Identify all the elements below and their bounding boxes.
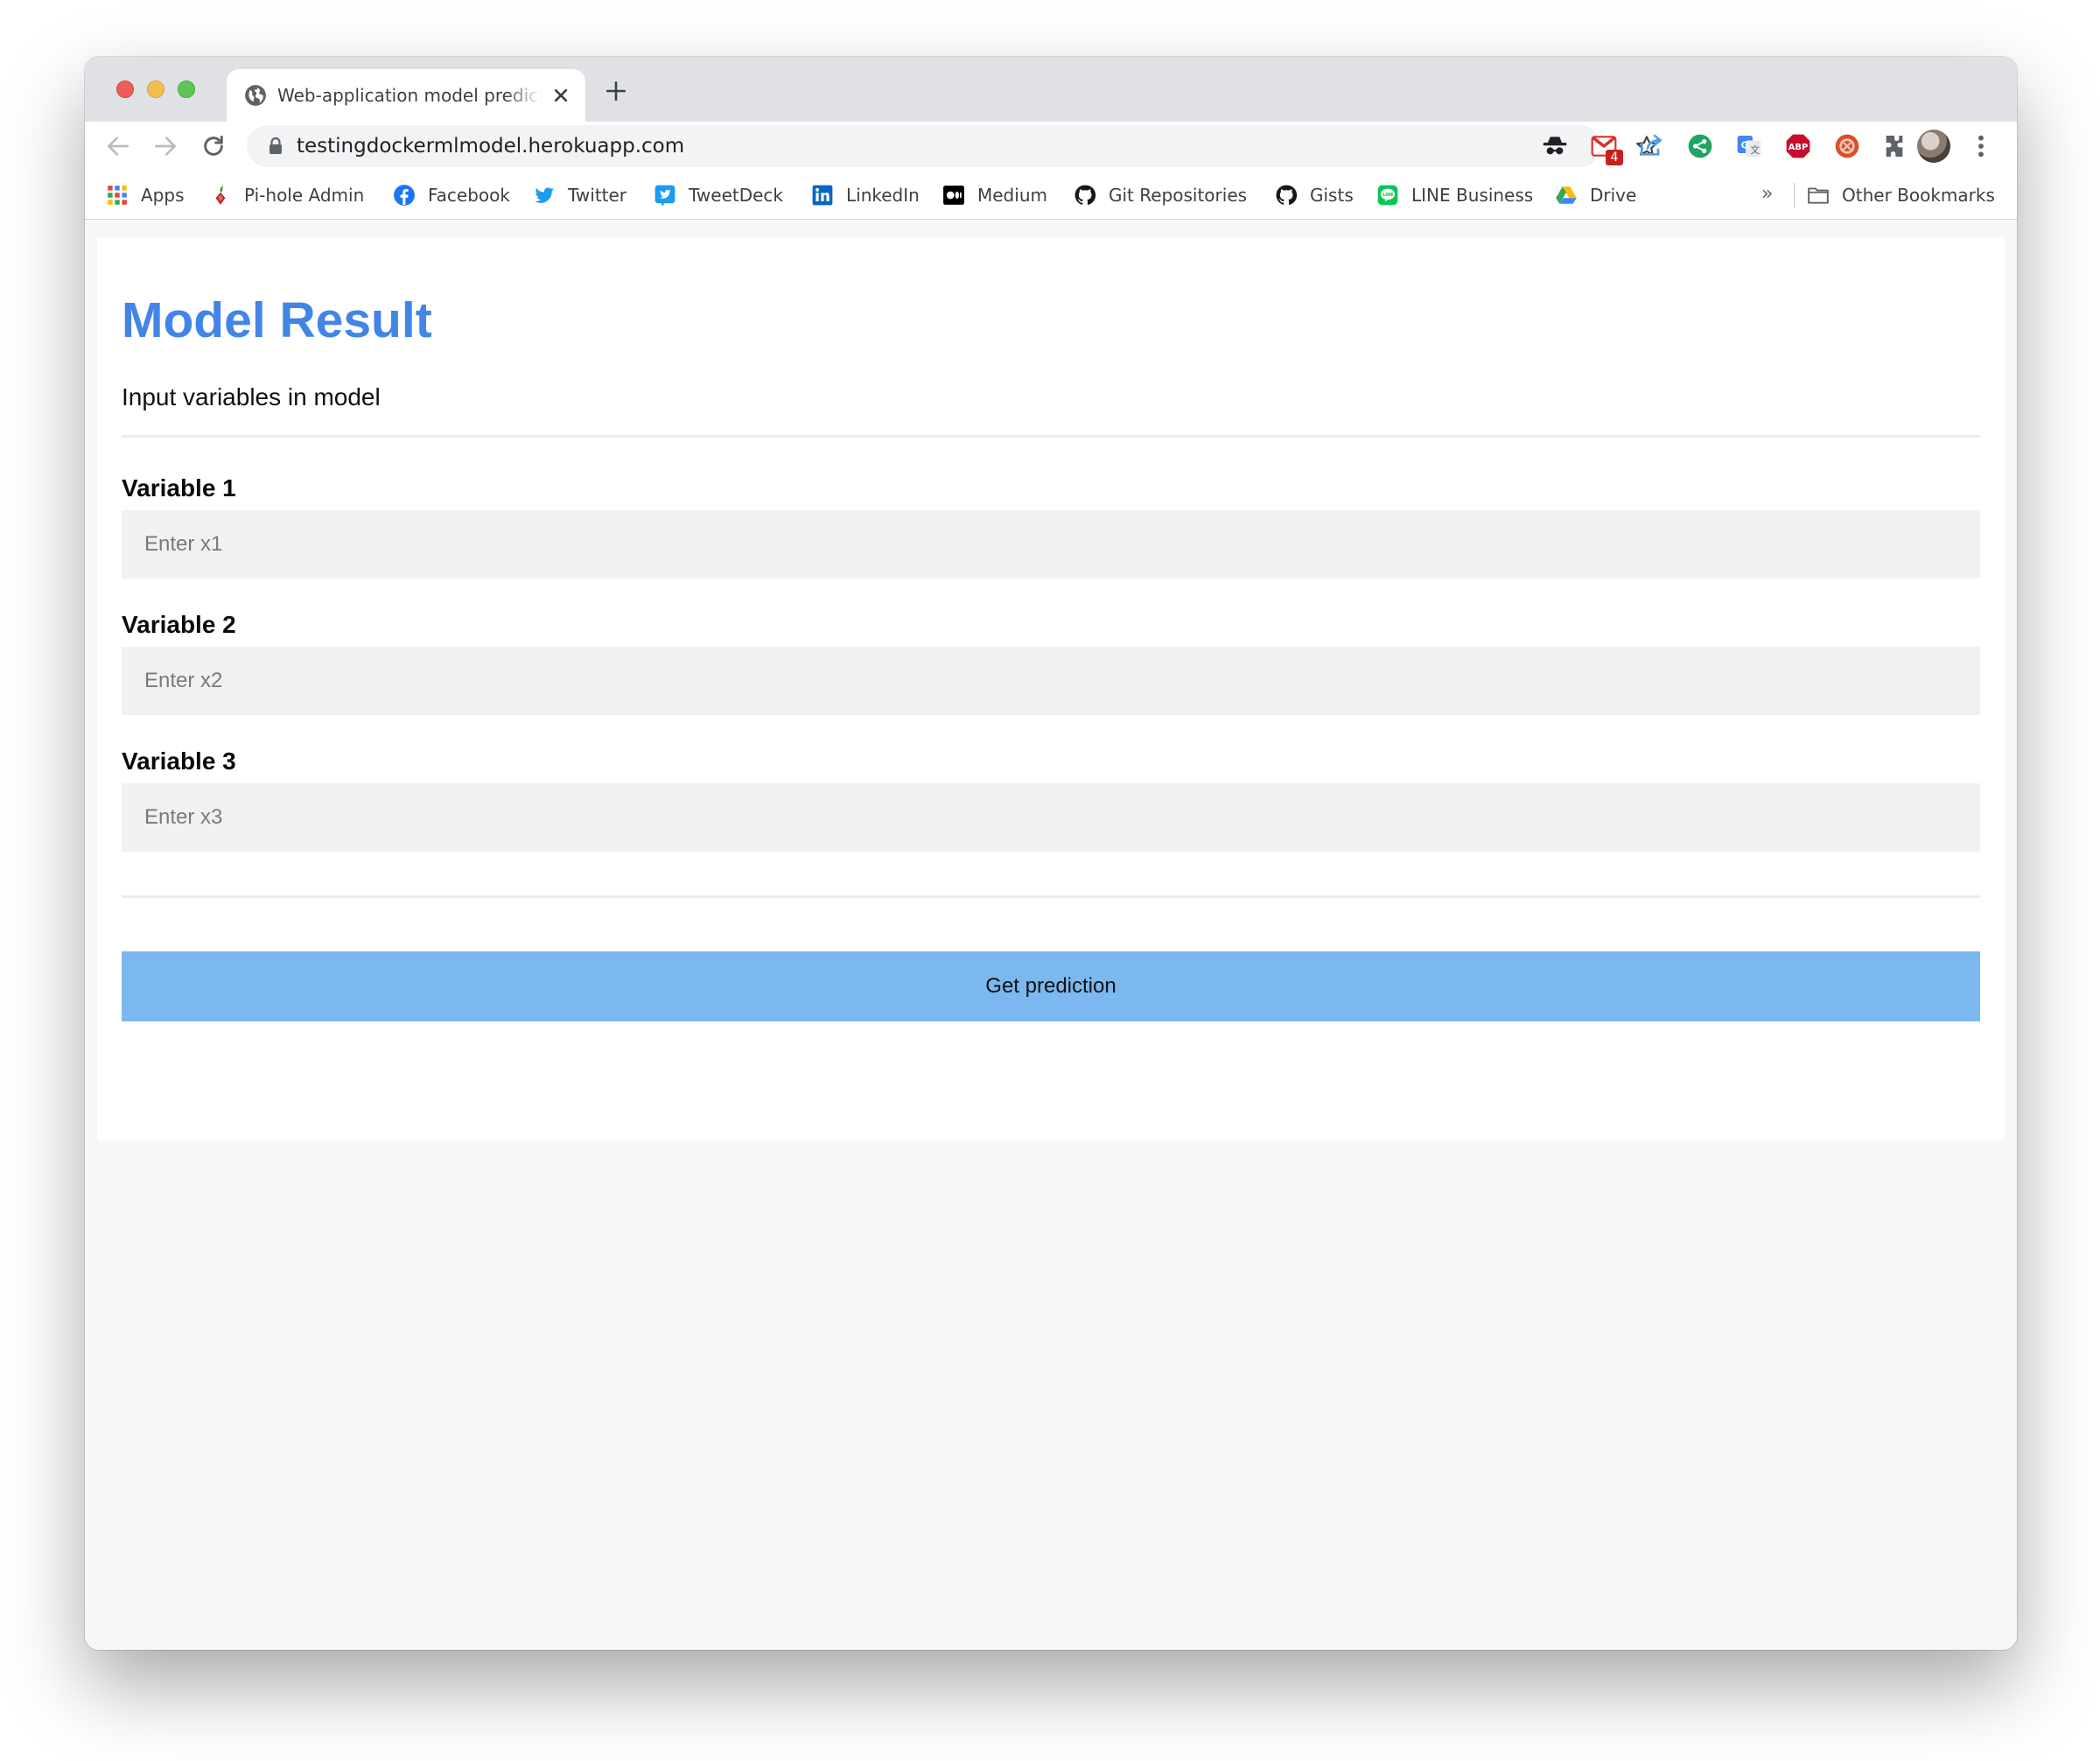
bookmark-twitter[interactable]: Twitter <box>533 181 626 209</box>
chrome-menu-icon[interactable] <box>1975 132 1987 160</box>
minimize-window-button[interactable] <box>147 81 164 98</box>
variable-1-input[interactable] <box>122 510 1980 579</box>
bookmark-git-repositories[interactable]: Git Repositories <box>1074 181 1247 209</box>
github-icon <box>1074 185 1096 205</box>
svg-text:文: 文 <box>1750 144 1760 156</box>
twitter-icon <box>535 187 554 203</box>
svg-text:ABP: ABP <box>1788 143 1808 152</box>
linkedin-icon <box>812 185 833 206</box>
bookmark-label: Facebook <box>428 185 510 206</box>
tab-strip: Web-application model prediction <box>85 57 2017 122</box>
form-card: Model Result Input variables in model Va… <box>97 237 2005 1140</box>
bookmark-label: Pi-hole Admin <box>244 185 365 206</box>
bookmark-medium[interactable]: Medium <box>942 181 1047 209</box>
variable-3-input[interactable] <box>122 783 1980 852</box>
share-extension-icon[interactable] <box>1637 132 1665 160</box>
page-title: Model Result <box>122 292 432 348</box>
divider-top <box>122 435 1980 438</box>
profile-avatar[interactable] <box>1917 130 1950 163</box>
close-window-button[interactable] <box>116 81 134 98</box>
svg-text:LINE: LINE <box>1382 193 1394 198</box>
bookmark-label: Gists <box>1310 185 1354 206</box>
bookmark-label: TweetDeck <box>689 185 783 206</box>
bookmark-line-business[interactable]: LINE LINE Business <box>1376 181 1533 209</box>
bookmark-label: Drive <box>1590 185 1637 206</box>
tab-title: Web-application model prediction <box>277 85 542 106</box>
variable-2-label: Variable 2 <box>122 611 236 638</box>
bookmark-linkedin[interactable]: LinkedIn <box>811 181 920 209</box>
bookmark-label: LinkedIn <box>846 185 920 206</box>
browser-tab-active[interactable]: Web-application model prediction <box>227 69 585 122</box>
apps-grid-icon <box>108 186 127 205</box>
bookmark-other-bookmarks[interactable]: Other Bookmarks <box>1807 181 1995 209</box>
variable-1-label: Variable 1 <box>122 474 236 502</box>
pihole-icon <box>215 186 226 205</box>
close-tab-icon[interactable] <box>549 83 573 108</box>
bookmark-label: Twitter <box>568 185 627 206</box>
zoom-window-button[interactable] <box>178 81 195 98</box>
bookmark-tweetdeck[interactable]: TweetDeck <box>654 181 783 209</box>
extensions-puzzle-icon[interactable] <box>1880 132 1908 160</box>
page-subtitle: Input variables in model <box>122 383 381 410</box>
gmail-unread-badge: 4 <box>1606 150 1623 165</box>
lock-icon[interactable] <box>268 137 284 156</box>
more-bookmarks-chevron[interactable]: » <box>1761 183 1773 205</box>
bookmark-apps[interactable]: Apps <box>106 181 185 209</box>
drive-icon <box>1556 186 1577 204</box>
facebook-icon <box>394 185 415 206</box>
bookmarks-separator <box>1794 183 1795 207</box>
bookmark-label: Apps <box>141 185 185 206</box>
svg-text:G: G <box>1741 140 1749 151</box>
get-prediction-button[interactable]: Get prediction <box>122 951 1980 1021</box>
red-circle-extension-icon[interactable] <box>1833 132 1861 160</box>
bookmark-pihole-admin[interactable]: Pi-hole Admin <box>209 181 364 209</box>
tweetdeck-icon <box>654 185 676 207</box>
bookmark-label: LINE Business <box>1411 185 1534 206</box>
adblock-plus-icon[interactable]: ABP <box>1784 132 1812 160</box>
bookmarks-bar: Apps Pi-hole Admin Facebook Twitter Twee… <box>85 171 2017 220</box>
variable-3-label: Variable 3 <box>122 747 236 775</box>
reload-icon[interactable] <box>200 132 228 160</box>
back-arrow-icon[interactable] <box>104 132 132 160</box>
page-viewport: Model Result Input variables in model Va… <box>85 221 2017 1650</box>
medium-icon <box>943 186 964 205</box>
variable-2-input[interactable] <box>122 647 1980 715</box>
bookmark-label: Medium <box>977 185 1047 206</box>
folder-icon <box>1808 187 1829 204</box>
incognito-extension-icon[interactable] <box>1541 132 1569 160</box>
green-share-extension-icon[interactable] <box>1686 132 1714 160</box>
bookmark-label: Other Bookmarks <box>1842 185 1995 206</box>
browser-window: Web-application model prediction testing… <box>85 57 2017 1650</box>
line-icon: LINE <box>1377 185 1398 206</box>
address-bar[interactable]: testingdockermlmodel.herokuapp.com <box>247 125 1657 167</box>
bookmark-label: Git Repositories <box>1109 185 1248 206</box>
bookmark-gists[interactable]: Gists <box>1275 181 1354 209</box>
github-icon <box>1276 185 1298 205</box>
google-translate-icon[interactable]: G 文 <box>1735 132 1763 160</box>
new-tab-icon[interactable] <box>605 80 627 102</box>
bookmark-drive[interactable]: Drive <box>1555 181 1636 209</box>
browser-toolbar: testingdockermlmodel.herokuapp.com 4 G 文… <box>85 122 2017 171</box>
bookmark-facebook[interactable]: Facebook <box>393 181 510 209</box>
forward-arrow-icon[interactable] <box>151 132 179 160</box>
url-text[interactable]: testingdockermlmodel.herokuapp.com <box>297 134 684 158</box>
divider-bottom <box>122 895 1980 898</box>
globe-icon <box>245 85 266 106</box>
